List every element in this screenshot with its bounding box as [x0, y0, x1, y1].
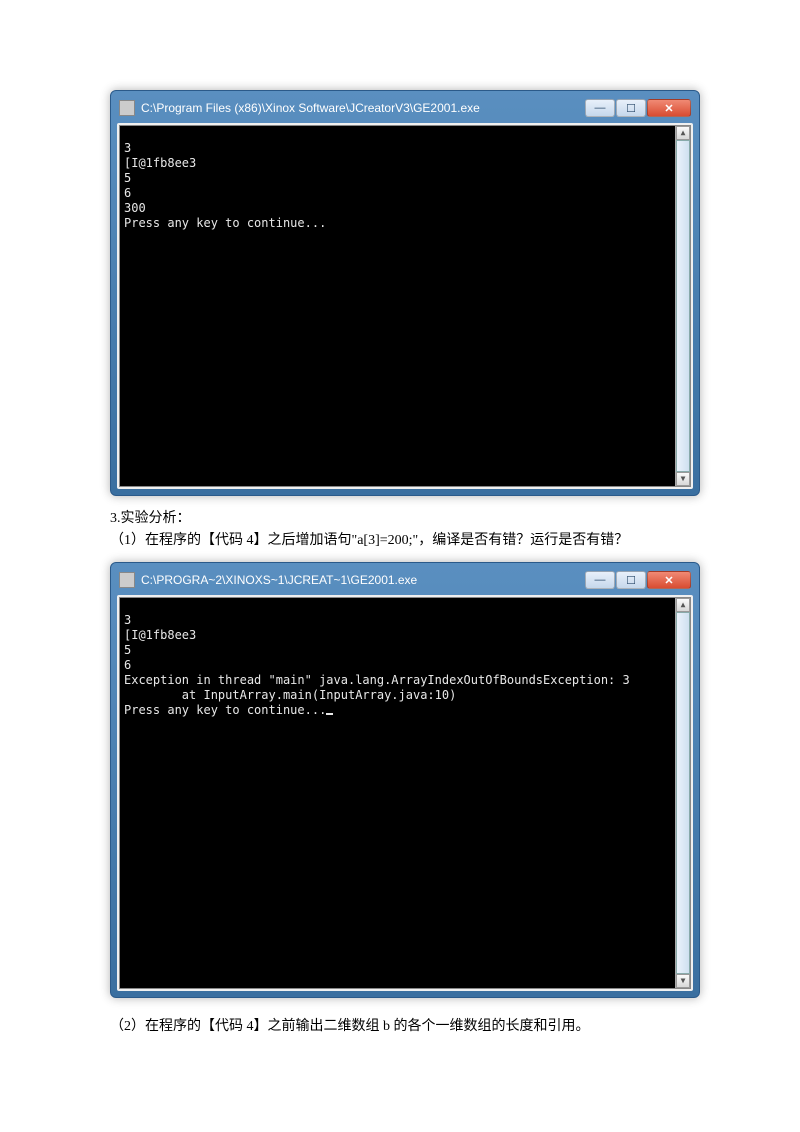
- analysis-item-2: （2）在程序的【代码 4】之前输出二维数组 b 的各个一维数组的长度和引用。: [110, 1016, 700, 1038]
- minimize-button[interactable]: —: [585, 99, 615, 117]
- maximize-button[interactable]: ☐: [616, 99, 646, 117]
- maximize-icon: ☐: [626, 574, 636, 587]
- scroll-up-button[interactable]: ▲: [676, 598, 690, 612]
- chevron-down-icon: ▼: [681, 976, 686, 985]
- close-button[interactable]: ✕: [647, 571, 691, 589]
- chevron-up-icon: ▲: [681, 600, 686, 609]
- minimize-icon: —: [595, 574, 606, 586]
- text-cursor: [326, 713, 333, 715]
- scroll-thumb[interactable]: [676, 140, 690, 472]
- console-text-1: 3 [I@1fb8ee3 5 6 300 Press any key to co…: [124, 141, 326, 230]
- maximize-button[interactable]: ☐: [616, 571, 646, 589]
- close-icon: ✕: [664, 574, 673, 587]
- scroll-up-button[interactable]: ▲: [676, 126, 690, 140]
- client-area-2: 3 [I@1fb8ee3 5 6 Exception in thread "ma…: [117, 595, 693, 991]
- close-button[interactable]: ✕: [647, 99, 691, 117]
- scrollbar-2[interactable]: ▲ ▼: [675, 598, 690, 988]
- window-buttons-2: — ☐ ✕: [584, 571, 691, 589]
- section-heading: 3.实验分析：: [110, 508, 700, 530]
- chevron-up-icon: ▲: [681, 128, 686, 137]
- window-buttons-1: — ☐ ✕: [584, 99, 691, 117]
- close-icon: ✕: [664, 102, 673, 115]
- analysis-section: 3.实验分析： （1）在程序的【代码 4】之后增加语句"a[3]=200;"，编…: [110, 508, 700, 552]
- titlebar-1: C:\Program Files (x86)\Xinox Software\JC…: [117, 97, 693, 123]
- console-window-1: C:\Program Files (x86)\Xinox Software\JC…: [110, 90, 700, 496]
- scroll-thumb[interactable]: [676, 612, 690, 974]
- document-page: C:\Program Files (x86)\Xinox Software\JC…: [0, 0, 800, 1088]
- minimize-button[interactable]: —: [585, 571, 615, 589]
- analysis-section-2: （2）在程序的【代码 4】之前输出二维数组 b 的各个一维数组的长度和引用。: [110, 1016, 700, 1038]
- app-icon: [119, 572, 135, 588]
- window-title-1: C:\Program Files (x86)\Xinox Software\JC…: [141, 101, 584, 115]
- minimize-icon: —: [595, 102, 606, 114]
- window-title-2: C:\PROGRA~2\XINOXS~1\JCREAT~1\GE2001.exe: [141, 573, 584, 587]
- console-output-2[interactable]: 3 [I@1fb8ee3 5 6 Exception in thread "ma…: [119, 597, 691, 989]
- console-text-2: 3 [I@1fb8ee3 5 6 Exception in thread "ma…: [124, 613, 630, 717]
- console-window-2: C:\PROGRA~2\XINOXS~1\JCREAT~1\GE2001.exe…: [110, 562, 700, 998]
- chevron-down-icon: ▼: [681, 474, 686, 483]
- scroll-down-button[interactable]: ▼: [676, 974, 690, 988]
- app-icon: [119, 100, 135, 116]
- console-output-1[interactable]: 3 [I@1fb8ee3 5 6 300 Press any key to co…: [119, 125, 691, 487]
- analysis-item-1: （1）在程序的【代码 4】之后增加语句"a[3]=200;"，编译是否有错？运行…: [110, 530, 700, 552]
- titlebar-2: C:\PROGRA~2\XINOXS~1\JCREAT~1\GE2001.exe…: [117, 569, 693, 595]
- client-area-1: 3 [I@1fb8ee3 5 6 300 Press any key to co…: [117, 123, 693, 489]
- maximize-icon: ☐: [626, 102, 636, 115]
- scrollbar-1[interactable]: ▲ ▼: [675, 126, 690, 486]
- scroll-down-button[interactable]: ▼: [676, 472, 690, 486]
